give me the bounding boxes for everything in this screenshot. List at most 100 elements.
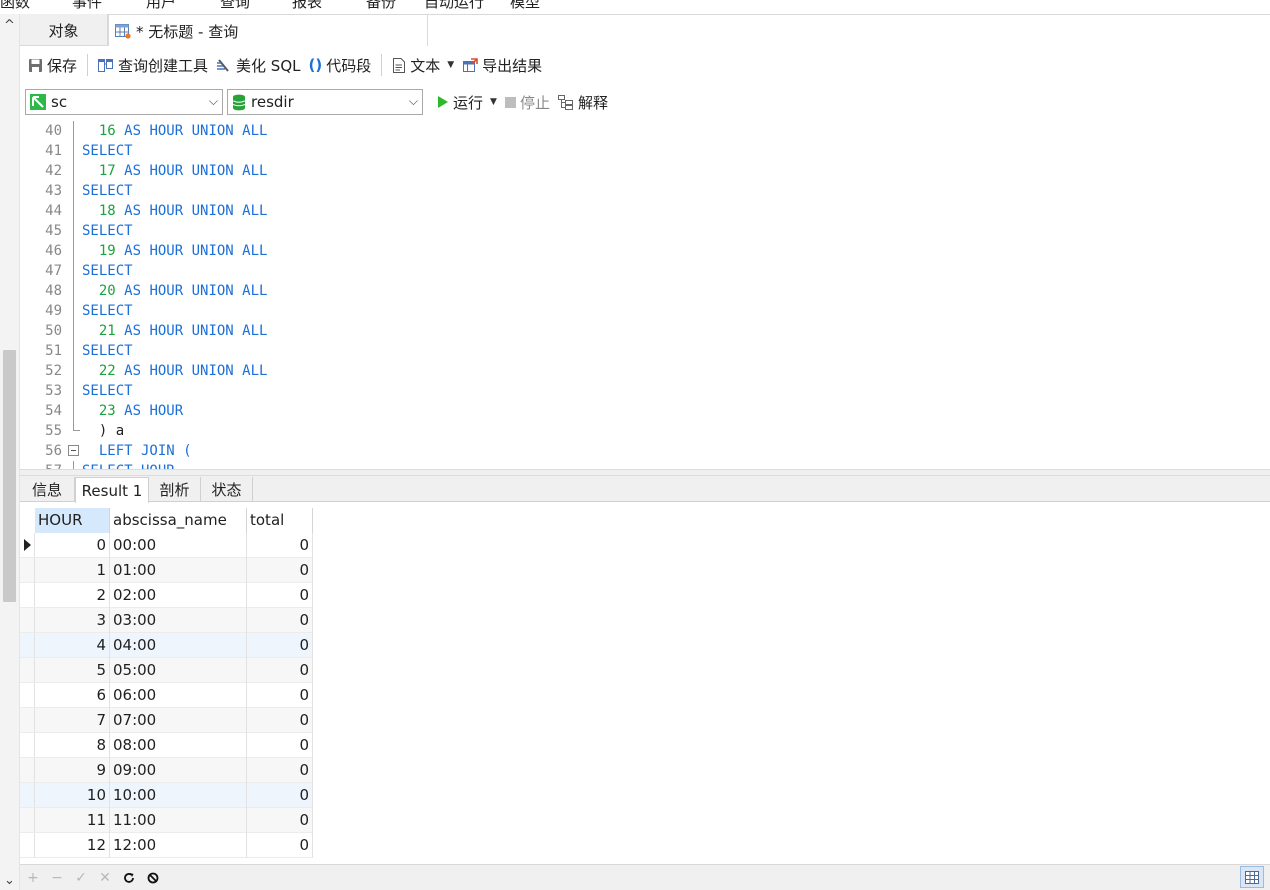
table-row[interactable]: 0 00:00 0 [20, 533, 313, 558]
table-row[interactable]: 7 07:00 0 [20, 708, 313, 733]
row-indicator[interactable] [20, 708, 35, 732]
sql-editor[interactable]: 40 16 AS HOUR UNION ALL 41 SELECT 42 17 AS … [20, 121, 1270, 469]
query-builder-button[interactable]: 查询创建工具 [94, 51, 212, 79]
menu-item[interactable]: 自动运行 [424, 0, 484, 12]
table-row[interactable]: 2 02:00 0 [20, 583, 313, 608]
connection-select[interactable]: sc ⌵ [25, 89, 223, 115]
beautify-sql-button[interactable]: 美化 SQL [212, 51, 304, 79]
explain-button[interactable]: 解释 [554, 88, 612, 116]
row-indicator[interactable] [20, 783, 35, 807]
row-indicator[interactable] [20, 733, 35, 757]
cell-abscissa-name[interactable]: 09:00 [110, 758, 247, 783]
cell-total[interactable]: 0 [247, 558, 313, 583]
row-indicator[interactable] [20, 633, 35, 657]
cell-total[interactable]: 0 [247, 808, 313, 833]
cell-total[interactable]: 0 [247, 658, 313, 683]
grid-view-button[interactable] [1240, 866, 1264, 888]
menu-item[interactable]: 函数 [0, 0, 30, 12]
menu-item[interactable]: 事件 [72, 0, 102, 12]
cell-hour[interactable]: 0 [35, 533, 110, 558]
cell-hour[interactable]: 8 [35, 733, 110, 758]
row-indicator[interactable] [20, 758, 35, 782]
database-select[interactable]: resdir ⌵ [227, 89, 423, 115]
cell-hour[interactable]: 11 [35, 808, 110, 833]
table-row[interactable]: 9 09:00 0 [20, 758, 313, 783]
caret-down-icon[interactable]: ▼ [447, 60, 454, 70]
cell-hour[interactable]: 3 [35, 608, 110, 633]
cell-total[interactable]: 0 [247, 758, 313, 783]
row-indicator[interactable] [20, 683, 35, 707]
table-row[interactable]: 11 11:00 0 [20, 808, 313, 833]
menu-item[interactable]: 查询 [220, 0, 250, 12]
apply-check-icon[interactable]: ✓ [74, 870, 88, 886]
cell-total[interactable]: 0 [247, 833, 313, 858]
vertical-scrollbar-thumb[interactable] [3, 350, 16, 602]
stop-button[interactable]: 停止 [501, 88, 554, 116]
column-header-total[interactable]: total [247, 508, 313, 533]
cell-abscissa-name[interactable]: 08:00 [110, 733, 247, 758]
refresh-icon[interactable] [122, 871, 136, 885]
cell-abscissa-name[interactable]: 01:00 [110, 558, 247, 583]
cell-abscissa-name[interactable]: 05:00 [110, 658, 247, 683]
row-indicator[interactable] [20, 533, 35, 557]
cell-total[interactable]: 0 [247, 733, 313, 758]
menu-item[interactable]: 备份 [366, 0, 396, 12]
row-indicator[interactable] [20, 558, 35, 582]
tab-profile[interactable]: 剖析 [149, 477, 201, 502]
table-row[interactable]: 8 08:00 0 [20, 733, 313, 758]
cell-total[interactable]: 0 [247, 683, 313, 708]
export-results-button[interactable]: 导出结果 [458, 51, 546, 79]
table-row[interactable]: 12 12:00 0 [20, 833, 313, 858]
menu-item[interactable]: 用户 [146, 0, 176, 12]
chevron-down-icon[interactable]: ⌄ [4, 873, 15, 888]
cell-hour[interactable]: 6 [35, 683, 110, 708]
editor-results-splitter[interactable] [20, 469, 1270, 476]
cell-abscissa-name[interactable]: 06:00 [110, 683, 247, 708]
table-row[interactable]: 5 05:00 0 [20, 658, 313, 683]
table-row[interactable]: 3 03:00 0 [20, 608, 313, 633]
fold-toggle-icon[interactable] [68, 445, 79, 456]
cell-total[interactable]: 0 [247, 583, 313, 608]
table-row[interactable]: 6 06:00 0 [20, 683, 313, 708]
cell-abscissa-name[interactable]: 03:00 [110, 608, 247, 633]
cell-hour[interactable]: 12 [35, 833, 110, 858]
tab-objects[interactable]: 对象 [20, 14, 108, 46]
stop-refresh-icon[interactable] [146, 871, 160, 885]
column-header-hour[interactable]: HOUR [35, 508, 110, 533]
cell-abscissa-name[interactable]: 00:00 [110, 533, 247, 558]
cell-hour[interactable]: 1 [35, 558, 110, 583]
cell-hour[interactable]: 10 [35, 783, 110, 808]
cell-hour[interactable]: 5 [35, 658, 110, 683]
row-indicator[interactable] [20, 583, 35, 607]
cell-abscissa-name[interactable]: 07:00 [110, 708, 247, 733]
cell-hour[interactable]: 9 [35, 758, 110, 783]
menu-item[interactable]: 报表 [292, 0, 322, 12]
cell-hour[interactable]: 4 [35, 633, 110, 658]
result-grid[interactable]: HOUR abscissa_name total 0 00:00 0 1 01:00 0 2… [20, 508, 1270, 860]
cell-total[interactable]: 0 [247, 633, 313, 658]
cell-total[interactable]: 0 [247, 783, 313, 808]
delete-record-icon[interactable]: − [50, 870, 64, 886]
add-record-icon[interactable]: + [26, 870, 40, 886]
tab-result-1[interactable]: Result 1 [75, 477, 149, 503]
cell-abscissa-name[interactable]: 04:00 [110, 633, 247, 658]
discard-x-icon[interactable]: ✕ [98, 870, 112, 886]
table-row[interactable]: 4 04:00 0 [20, 633, 313, 658]
row-indicator[interactable] [20, 808, 35, 832]
column-header-abscissa-name[interactable]: abscissa_name [110, 508, 247, 533]
cell-abscissa-name[interactable]: 02:00 [110, 583, 247, 608]
cell-hour[interactable]: 7 [35, 708, 110, 733]
row-indicator[interactable] [20, 833, 35, 857]
save-button[interactable]: 保存 [24, 51, 81, 79]
cell-total[interactable]: 0 [247, 533, 313, 558]
cell-hour[interactable]: 2 [35, 583, 110, 608]
cell-total[interactable]: 0 [247, 708, 313, 733]
table-row[interactable]: 1 01:00 0 [20, 558, 313, 583]
row-indicator[interactable] [20, 608, 35, 632]
tab-info[interactable]: 信息 [20, 477, 75, 502]
code-snippet-button[interactable]: () 代码段 [305, 51, 376, 79]
row-indicator[interactable] [20, 658, 35, 682]
table-row[interactable]: 10 10:00 0 [20, 783, 313, 808]
cell-total[interactable]: 0 [247, 608, 313, 633]
cell-abscissa-name[interactable]: 12:00 [110, 833, 247, 858]
